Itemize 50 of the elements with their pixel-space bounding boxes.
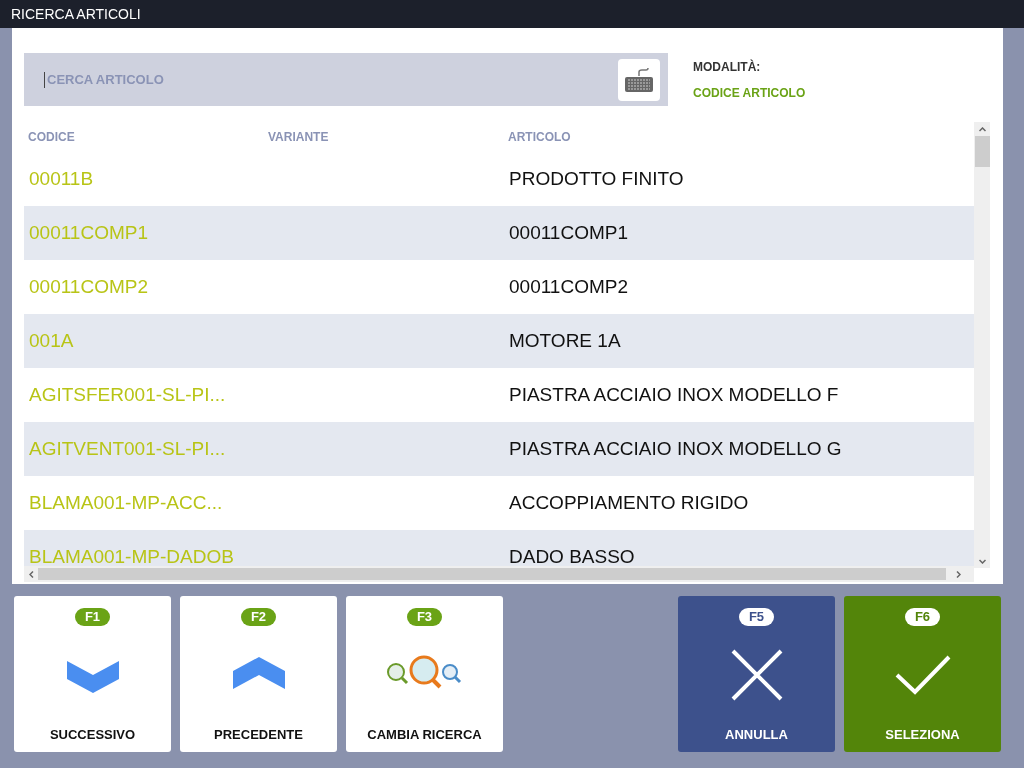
article-cell-text: PRODOTTO FINITO [509, 166, 684, 191]
scrollbar-thumb[interactable] [974, 136, 990, 167]
article-cell-text: 00011COMP1 [509, 220, 628, 245]
key-badge: F2 [240, 608, 277, 626]
table-row[interactable]: 00011COMP1 00011COMP1 [24, 206, 974, 260]
column-header: VARIANTE [268, 129, 330, 146]
article-cell-text: PIASTRA ACCIAIO INOX MODELLO G [509, 436, 842, 461]
key-badge: F6 [904, 608, 941, 626]
checkmark-icon [894, 655, 951, 696]
scroll-down-icon[interactable] [978, 558, 986, 564]
vertical-scrollbar[interactable] [974, 122, 990, 568]
key-badge: F1 [74, 608, 111, 626]
select-button[interactable]: F6 SELEZIONA [844, 596, 1001, 752]
column-header: CODICE [28, 129, 76, 146]
code-cell-text: BLAMA001-MP-ACC... [29, 490, 224, 515]
action-button[interactable]: F3 CAMBIA RICERCA [346, 596, 503, 752]
code-cell-text: BLAMA001-MP-DADOB [29, 544, 235, 566]
article-cell-text: 00011COMP2 [509, 274, 628, 299]
scroll-up-icon[interactable] [978, 126, 986, 132]
code-cell-text: 00011COMP1 [29, 220, 149, 245]
article-cell-text: DADO BASSO [509, 544, 635, 566]
code-cell-text: 001A [29, 328, 75, 353]
article-cell-text: PIASTRA ACCIAIO INOX MODELLO F [509, 382, 839, 407]
cancel-button[interactable]: F5 ANNULLA [678, 596, 835, 752]
column-header: ARTICOLO [508, 129, 572, 146]
keyboard-icon [624, 66, 654, 93]
search-field[interactable]: CERCA ARTICOLO [24, 53, 668, 106]
mode-value: CODICE ARTICOLO [693, 84, 806, 102]
window-title: RICERCA ARTICOLI [11, 4, 141, 24]
key-badge: F3 [406, 608, 443, 626]
article-cell-text: ACCOPPIAMENTO RIGIDO [509, 490, 749, 515]
code-cell-text: 00011COMP2 [29, 274, 149, 299]
table-row[interactable]: BLAMA001-MP-DADOB DADO BASSO [24, 530, 974, 566]
code-cell-text: AGITSFER001-SL-PI... [29, 382, 227, 407]
action-button[interactable]: F1 SUCCESSIVO [14, 596, 171, 752]
table-row[interactable]: AGITVENT001-SL-PI... PIASTRA ACCIAIO INOX MODELLO G [24, 422, 974, 476]
code-cell-text: 00011B [29, 166, 95, 191]
close-icon [730, 649, 783, 702]
table-row[interactable]: 001A MOTORE 1A [24, 314, 974, 368]
keyboard-button[interactable] [618, 58, 660, 101]
search-input[interactable]: CERCA ARTICOLO [44, 71, 618, 88]
scroll-left-icon[interactable] [28, 570, 34, 578]
scrollbar-thumb[interactable] [38, 568, 946, 580]
scroll-right-icon[interactable] [955, 570, 961, 578]
code-cell-text: AGITVENT001-SL-PI... [29, 436, 227, 461]
horizontal-scrollbar[interactable] [24, 566, 974, 582]
key-badge: F5 [738, 608, 775, 626]
mode-label: MODALITÀ: [693, 58, 762, 76]
action-button[interactable]: F2 PRECEDENTE [180, 596, 337, 752]
article-cell-text: MOTORE 1A [509, 328, 621, 353]
